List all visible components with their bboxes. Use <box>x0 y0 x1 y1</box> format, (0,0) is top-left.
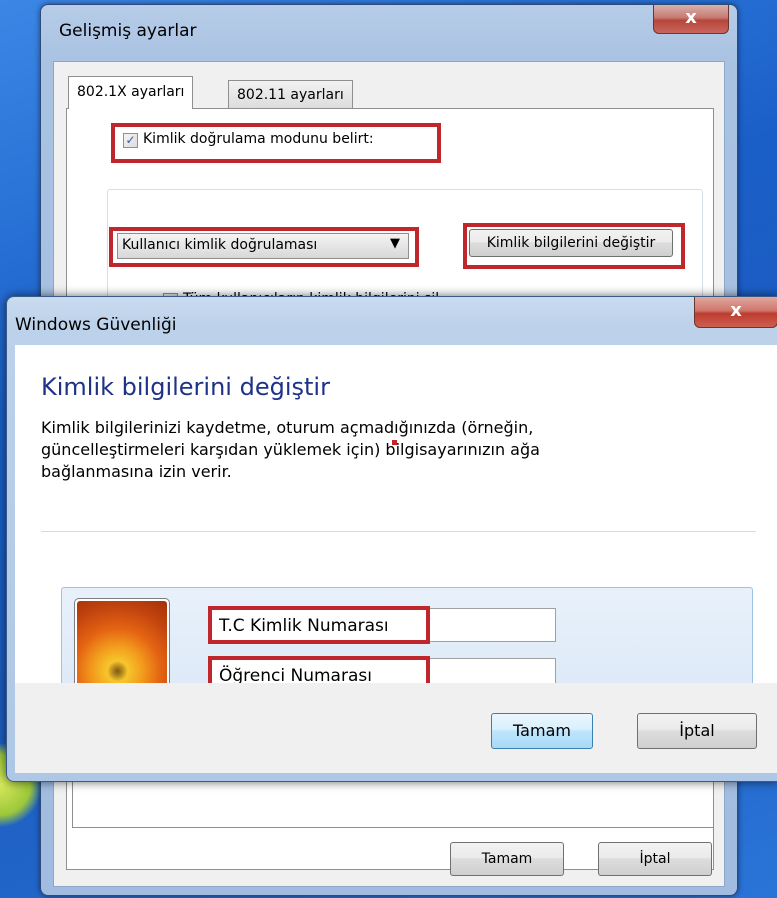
description-line: güncelleştirmeleri karşıdan yüklemek içi… <box>41 440 540 459</box>
close-icon: x <box>730 300 742 321</box>
tab-8021x-settings[interactable]: 802.1X ayarları <box>68 76 194 109</box>
windows-security-body: Kimlik bilgilerini değiştir Kimlik bilgi… <box>15 345 777 709</box>
replace-credentials-description: Kimlik bilgilerinizi kaydetme, oturum aç… <box>41 417 681 483</box>
windows-security-close-button[interactable]: x <box>694 297 777 328</box>
advanced-cancel-button[interactable]: İptal <box>598 842 712 876</box>
windows-security-window: Windows Güvenliği x Kimlik bilgilerini d… <box>6 296 777 782</box>
windows-security-title: Windows Güvenliği <box>15 315 177 335</box>
auth-mode-dropdown[interactable]: Kullanıcı kimlik doğrulaması ▼ <box>117 233 409 259</box>
windows-security-footer: Tamam İptal <box>15 683 777 773</box>
advanced-settings-list-area <box>72 778 714 828</box>
highlight-username-field <box>208 606 430 644</box>
close-icon: x <box>685 7 697 28</box>
advanced-settings-close-button[interactable]: x <box>653 5 729 34</box>
flower-avatar-icon <box>77 601 167 691</box>
specify-auth-mode-checkbox[interactable]: ✓ <box>123 133 138 148</box>
advanced-ok-button[interactable]: Tamam <box>450 842 564 876</box>
security-cancel-button[interactable]: İptal <box>637 713 757 749</box>
checkmark-icon: ✓ <box>125 133 136 147</box>
replace-credentials-heading: Kimlik bilgilerini değiştir <box>41 373 330 401</box>
description-line: Kimlik bilgilerinizi kaydetme, oturum aç… <box>41 418 534 437</box>
advanced-settings-title: Gelişmiş ayarlar <box>59 21 197 41</box>
specify-auth-mode-label: Kimlik doğrulama modunu belirt: <box>143 131 374 147</box>
chevron-down-icon: ▼ <box>390 236 400 251</box>
security-ok-button[interactable]: Tamam <box>491 713 593 749</box>
description-line: bağlanmasına izin verir. <box>41 462 232 481</box>
user-avatar <box>74 598 170 694</box>
replace-credentials-button[interactable]: Kimlik bilgilerini değiştir <box>469 229 673 257</box>
tab-80211-settings[interactable]: 802.11 ayarları <box>228 80 353 109</box>
annotation-dot <box>392 440 397 445</box>
separator <box>41 531 756 532</box>
auth-mode-dropdown-value: Kullanıcı kimlik doğrulaması <box>122 237 318 253</box>
